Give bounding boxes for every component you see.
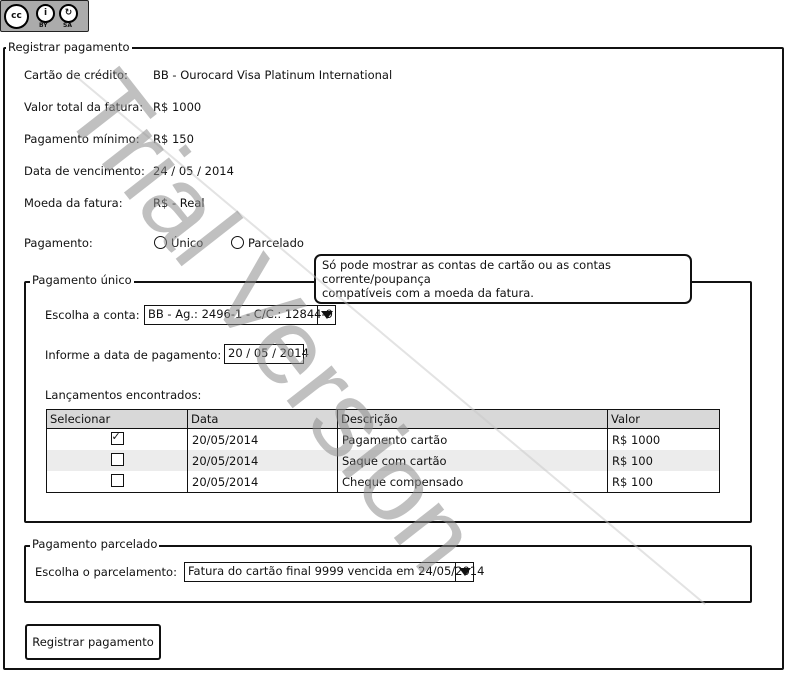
field-value-total: R$ 1000 — [153, 100, 202, 114]
row-value: R$ 100 — [607, 450, 720, 471]
row-date: 20/05/2014 — [187, 450, 338, 471]
found-label: Lançamentos encontrados: — [45, 388, 202, 402]
register-payment-button[interactable]: Registrar pagamento — [25, 624, 161, 660]
date-label: Informe a data de pagamento: — [45, 348, 222, 362]
tooltip-line-2: compatíveis com a moeda da fatura. — [322, 286, 534, 300]
payment-date-value: 20 / 05 / 2014 — [228, 346, 309, 360]
field-label-total: Valor total da fatura: — [24, 100, 144, 114]
currency-tooltip: Só pode mostrar as contas de cartão ou a… — [314, 254, 692, 304]
field-label-due: Data de vencimento: — [24, 164, 145, 178]
tooltip-line-1: Só pode mostrar as contas de cartão ou a… — [322, 258, 612, 286]
installment-select[interactable]: Fatura do cartão final 9999 vencida em 2… — [184, 562, 484, 582]
parcelado-legend: Pagamento parcelado — [30, 537, 160, 551]
table-row[interactable]: 20/05/2014 Pagamento cartão R$ 1000 — [46, 428, 720, 450]
row-date: 20/05/2014 — [187, 471, 338, 493]
row-desc: Pagamento cartão — [337, 428, 608, 450]
row-checkbox[interactable] — [110, 473, 124, 487]
field-value-currency: R$ - Real — [153, 196, 205, 210]
field-value-card: BB - Ourocard Visa Platinum Internationa… — [153, 68, 393, 82]
account-select-value: BB - Ag.: 2496-1 - C/C.: 12844-9 — [148, 307, 333, 321]
main-legend: Registrar pagamento — [6, 40, 132, 54]
chevron-down-icon[interactable] — [455, 563, 473, 581]
radio-unico[interactable] — [154, 236, 167, 249]
installment-select-value: Fatura do cartão final 9999 vencida em 2… — [188, 564, 485, 578]
share-alike-icon: ↻ — [59, 4, 78, 23]
account-select[interactable]: BB - Ag.: 2496-1 - C/C.: 12844-9 — [144, 305, 336, 325]
row-desc: Saque com cartão — [337, 450, 608, 471]
radio-unico-label: Único — [171, 236, 204, 250]
row-checkbox[interactable] — [110, 430, 124, 445]
radio-parcelado[interactable] — [231, 236, 244, 249]
row-date: 20/05/2014 — [187, 428, 338, 450]
person-icon: i — [36, 4, 55, 23]
row-value: R$ 1000 — [607, 428, 720, 450]
payment-label: Pagamento: — [24, 236, 93, 250]
col-valor[interactable]: Valor — [607, 409, 720, 429]
field-label-currency: Moeda da fatura: — [24, 196, 123, 210]
cc-license-badge: cc i ↻ BY SA — [0, 0, 89, 32]
cc-icon: cc — [4, 4, 29, 29]
col-data[interactable]: Data — [187, 409, 338, 429]
chevron-down-icon[interactable] — [317, 306, 335, 324]
table-row[interactable]: 20/05/2014 Cheque compensado R$ 100 — [46, 471, 720, 493]
by-label: BY — [39, 22, 48, 29]
payment-date-field[interactable]: 20 / 05 / 2014 — [224, 344, 309, 364]
account-label: Escolha a conta: — [45, 308, 140, 322]
field-label-minimum: Pagamento mínimo: — [24, 132, 140, 146]
transactions-table: Selecionar Data Descrição Valor 20/05/20… — [46, 409, 720, 493]
table-row[interactable]: 20/05/2014 Saque com cartão R$ 100 — [46, 450, 720, 471]
row-value: R$ 100 — [607, 471, 720, 493]
col-selecionar[interactable]: Selecionar — [46, 409, 188, 429]
installment-label: Escolha o parcelamento: — [35, 565, 177, 579]
unico-legend: Pagamento único — [30, 273, 134, 287]
table-header: Selecionar Data Descrição Valor — [46, 409, 720, 429]
row-checkbox[interactable] — [110, 452, 124, 466]
col-descricao[interactable]: Descrição — [337, 409, 608, 429]
sa-label: SA — [63, 22, 72, 29]
